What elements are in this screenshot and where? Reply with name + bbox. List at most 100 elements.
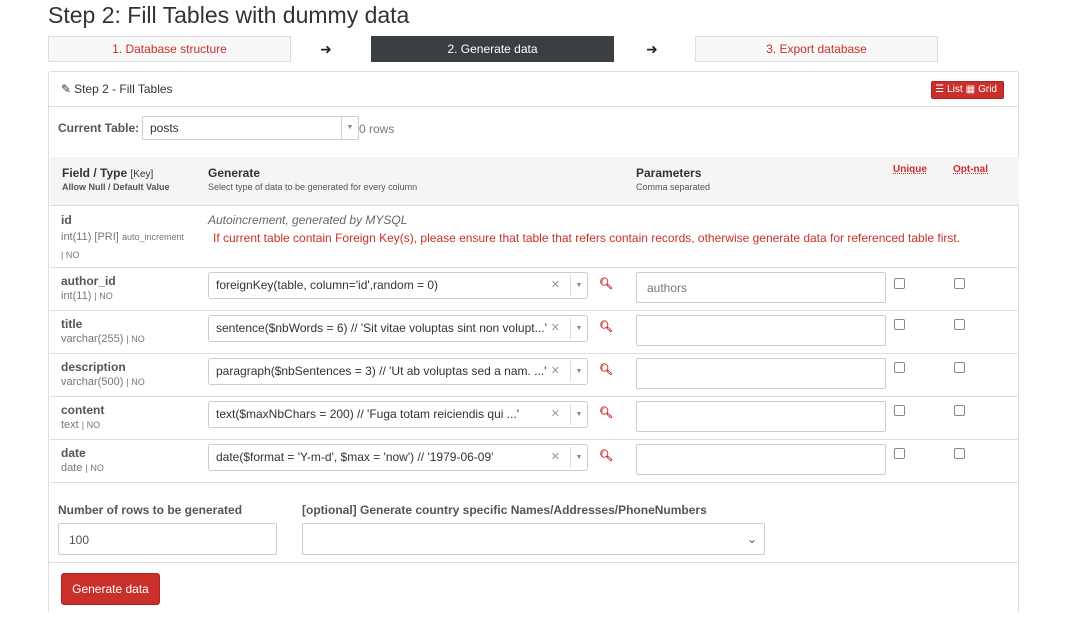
generator-value: foreignKey(table, column='id',random = 0… [216, 278, 439, 292]
parameters-input[interactable]: authors [636, 272, 886, 303]
current-table-label: Current Table: [58, 121, 140, 135]
field-null-text: | NO [85, 463, 104, 473]
search-icon[interactable]: 🔍︎ [599, 277, 613, 290]
table-header: Field / Type [Key] Allow Null / Default … [50, 157, 1019, 206]
rows-to-generate-input[interactable]: 100 [58, 523, 277, 555]
col-field-type: Field / Type [Key] Allow Null / Default … [62, 166, 170, 192]
col-key-label: [Key] [130, 169, 154, 180]
parameters-input[interactable] [636, 358, 886, 389]
field-type-text: text [61, 419, 79, 431]
edit-icon: ✎ [61, 82, 72, 96]
col-generate-label: Generate [208, 166, 261, 180]
clear-icon[interactable]: ✕ [551, 445, 560, 470]
unique-checkbox[interactable] [894, 319, 905, 330]
search-icon[interactable]: 🔍︎ [599, 406, 613, 419]
page-title: Step 2: Fill Tables with dummy data [48, 2, 410, 28]
search-icon[interactable]: 🔍︎ [599, 449, 613, 462]
field-name: author_id [61, 274, 116, 288]
field-name: title [61, 317, 83, 331]
clear-icon[interactable]: ✕ [551, 273, 560, 298]
optional-checkbox[interactable] [954, 362, 965, 373]
optional-checkbox[interactable] [954, 405, 965, 416]
grid-icon: ▦ [965, 84, 976, 95]
step-export-database[interactable]: 3. Export database [695, 36, 938, 62]
col-unique[interactable]: Unique [893, 164, 927, 175]
caret-down-icon[interactable]: ▼ [570, 318, 587, 339]
generator-value: paragraph($nbSentences = 3) // 'Ut ab vo… [216, 364, 547, 378]
search-icon[interactable]: 🔍︎ [599, 363, 613, 376]
clear-icon[interactable]: ✕ [551, 402, 560, 427]
col-parameters-sub: Comma separated [636, 182, 711, 192]
current-table-value: posts [150, 121, 179, 135]
field-null-text: | NO [126, 377, 145, 387]
field-type-text: date [61, 462, 83, 474]
parameters-input[interactable] [636, 401, 886, 432]
generator-select[interactable]: paragraph($nbSentences = 3) // 'Ut ab vo… [208, 358, 588, 385]
generator-value: text($maxNbChars = 200) // 'Fuga totam r… [216, 407, 520, 421]
optional-checkbox[interactable] [954, 319, 965, 330]
parameters-input[interactable] [636, 444, 886, 475]
field-name: content [61, 403, 105, 417]
panel-title: ✎ Step 2 - Fill Tables [61, 82, 173, 96]
clear-icon[interactable]: ✕ [551, 316, 560, 341]
optional-checkbox[interactable] [954, 448, 965, 459]
generator-value: sentence($nbWords = 6) // 'Sit vitae vol… [216, 321, 547, 335]
arrow-right-icon: ➜ [646, 41, 658, 57]
list-icon: ☰ [935, 84, 945, 95]
generator-select[interactable]: sentence($nbWords = 6) // 'Sit vitae vol… [208, 315, 588, 342]
caret-down-icon[interactable]: ▼ [570, 404, 587, 425]
field-null-text: | NO [81, 420, 101, 430]
field-name: date [61, 446, 86, 460]
field-name: description [61, 360, 126, 374]
unique-checkbox[interactable] [894, 278, 905, 289]
country-locale-select[interactable]: ⌄ [302, 523, 765, 555]
view-grid-button[interactable]: Grid [978, 84, 997, 95]
arrow-right-icon: ➜ [320, 41, 332, 57]
caret-down-icon: ▼ [341, 117, 358, 139]
col-generate-sub: Select type of data to be generated for … [208, 182, 418, 192]
autoincrement-note: Autoincrement, generated by MYSQL [208, 213, 408, 227]
field-type: varchar(255) | NO [61, 333, 145, 345]
field-null-text: | NO [61, 250, 80, 260]
fill-tables-panel: ✎ Step 2 - Fill Tables ☰ List ▦ Grid Current… [48, 71, 1019, 614]
table-row: id int(11) [PRI] auto_increment | NO Aut… [50, 207, 1019, 268]
generate-data-button[interactable]: Generate data [61, 573, 160, 605]
generator-select[interactable]: date($format = 'Y-m-d', $max = 'now') //… [208, 444, 588, 471]
col-field-sub: Allow Null / Default Value [62, 182, 170, 192]
field-type-text: varchar(500) [61, 376, 124, 388]
caret-down-icon[interactable]: ▼ [570, 361, 587, 382]
caret-down-icon[interactable]: ▼ [570, 275, 587, 296]
view-toggle[interactable]: ☰ List ▦ Grid [931, 81, 1004, 99]
unique-checkbox[interactable] [894, 362, 905, 373]
unique-checkbox[interactable] [894, 405, 905, 416]
field-null-text: | NO [94, 291, 113, 301]
field-type-text: int(11) [PRI] [61, 231, 119, 243]
col-field-label: Field / Type [62, 166, 128, 180]
foreign-key-warning: If current table contain Foreign Key(s),… [213, 231, 961, 245]
current-table-select[interactable]: posts ▼ [142, 116, 359, 140]
unique-checkbox[interactable] [894, 448, 905, 459]
col-parameters-label: Parameters [636, 166, 702, 180]
field-null-text: | NO [126, 334, 145, 344]
field-extra: auto_increment [121, 232, 184, 242]
field-type: int(11) | NO [61, 290, 113, 302]
col-generate: Generate Select type of data to be gener… [208, 166, 417, 192]
parameters-input[interactable] [636, 315, 886, 346]
field-type-text: varchar(255) [61, 333, 124, 345]
view-list-button[interactable]: List [947, 84, 963, 95]
panel-footer: Generate data [49, 562, 1018, 614]
rows-count: 0 rows [359, 122, 395, 136]
step-database-structure[interactable]: 1. Database structure [48, 36, 291, 62]
optional-checkbox[interactable] [954, 278, 965, 289]
search-icon[interactable]: 🔍︎ [599, 320, 613, 333]
country-locale-label: [optional] Generate country specific Nam… [302, 503, 707, 517]
field-type: text | NO [61, 419, 100, 431]
col-optional[interactable]: Opt-nal [953, 164, 988, 175]
caret-down-icon[interactable]: ▼ [570, 447, 587, 468]
panel-title-text: Step 2 - Fill Tables [74, 82, 173, 96]
generator-select[interactable]: text($maxNbChars = 200) // 'Fuga totam r… [208, 401, 588, 428]
chevron-down-icon: ⌄ [746, 532, 757, 546]
step-generate-data[interactable]: 2. Generate data [371, 36, 614, 62]
clear-icon[interactable]: ✕ [551, 359, 560, 384]
generator-select[interactable]: foreignKey(table, column='id',random = 0… [208, 272, 588, 299]
